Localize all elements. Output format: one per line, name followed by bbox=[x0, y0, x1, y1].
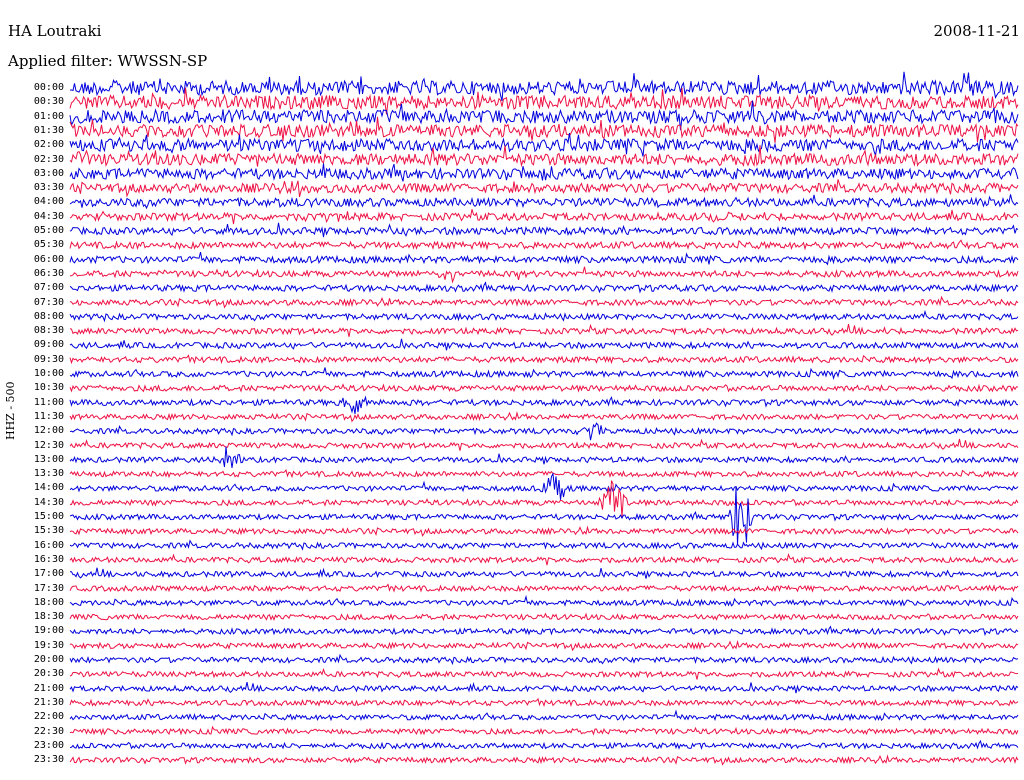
row-label: 05:00 bbox=[33, 225, 64, 236]
trace-0530 bbox=[69, 239, 1019, 251]
row-label: 05:30 bbox=[33, 239, 64, 251]
row-label: 20:00 bbox=[33, 654, 64, 665]
row-label: 03:30 bbox=[33, 182, 64, 194]
row-label: 14:30 bbox=[33, 496, 64, 508]
trace-2000 bbox=[69, 653, 1019, 666]
row-label: 18:30 bbox=[33, 611, 64, 623]
row-label: 20:30 bbox=[33, 668, 64, 680]
row-label: 00:30 bbox=[33, 96, 64, 108]
trace-1100 bbox=[69, 395, 1019, 414]
row-label: 01:30 bbox=[33, 124, 64, 136]
row-label: 23:30 bbox=[33, 754, 64, 766]
row-label: 13:30 bbox=[33, 468, 64, 480]
trace-1130 bbox=[69, 411, 1019, 423]
trace-1430 bbox=[69, 480, 1019, 517]
row-label: 13:00 bbox=[33, 453, 64, 465]
trace-0500 bbox=[69, 222, 1019, 238]
trace-0400 bbox=[69, 194, 1019, 210]
row-label: 01:00 bbox=[33, 110, 64, 122]
row-label: 12:30 bbox=[33, 439, 64, 451]
row-label: 18:00 bbox=[33, 596, 64, 608]
trace-1830 bbox=[69, 612, 1019, 622]
trace-0730 bbox=[69, 295, 1019, 309]
trace-1900 bbox=[69, 625, 1019, 637]
row-label: 17:30 bbox=[33, 582, 64, 594]
trace-1930 bbox=[69, 639, 1019, 652]
trace-1030 bbox=[69, 383, 1019, 393]
trace-0630 bbox=[70, 266, 1019, 284]
row-label: 06:00 bbox=[33, 253, 64, 265]
row-label: 04:00 bbox=[33, 196, 64, 208]
trace-1530 bbox=[69, 525, 1019, 537]
row-label: 14:00 bbox=[33, 482, 64, 494]
trace-2130 bbox=[69, 697, 1019, 708]
trace-2300 bbox=[69, 739, 1019, 750]
row-label: 03:00 bbox=[33, 167, 64, 179]
filter-label: Applied filter: WWSSN-SP bbox=[8, 52, 208, 70]
trace-1330 bbox=[69, 468, 1019, 479]
trace-0330 bbox=[69, 179, 1019, 198]
trace-1500 bbox=[69, 487, 1019, 546]
trace-1730 bbox=[69, 583, 1019, 593]
row-label: 08:00 bbox=[33, 310, 64, 322]
seismogram-page: HA Loutraki 2008-11-21 Applied filter: W… bbox=[0, 0, 1024, 780]
trace-2100 bbox=[69, 681, 1019, 694]
helicorder-plot bbox=[69, 71, 1019, 766]
row-label: 10:00 bbox=[33, 368, 64, 379]
row-label: 22:00 bbox=[33, 711, 64, 723]
trace-1800 bbox=[69, 594, 1019, 607]
row-label: 02:30 bbox=[33, 153, 64, 165]
trace-0830 bbox=[69, 323, 1019, 337]
row-label: 02:00 bbox=[33, 139, 64, 151]
row-label: 15:30 bbox=[33, 525, 64, 537]
trace-1200 bbox=[69, 422, 1019, 441]
trace-1700 bbox=[70, 567, 1019, 579]
trace-0230 bbox=[69, 145, 1019, 168]
row-label: 17:00 bbox=[33, 568, 64, 580]
row-label: 19:00 bbox=[33, 625, 64, 637]
trace-2030 bbox=[69, 667, 1019, 680]
trace-0900 bbox=[69, 338, 1019, 351]
row-label: 09:00 bbox=[33, 339, 64, 351]
row-label: 23:00 bbox=[33, 739, 64, 751]
trace-0200 bbox=[69, 132, 1019, 157]
trace-1400 bbox=[69, 472, 1019, 500]
trace-1000 bbox=[69, 367, 1019, 380]
trace-0430 bbox=[69, 209, 1019, 225]
trace-2200 bbox=[69, 709, 1019, 722]
row-label: 07:00 bbox=[33, 282, 64, 294]
row-label: 16:00 bbox=[33, 539, 64, 551]
row-label: 00:00 bbox=[33, 82, 64, 93]
row-label: 21:00 bbox=[33, 682, 64, 694]
trace-1630 bbox=[69, 552, 1019, 566]
row-label: 16:30 bbox=[33, 553, 64, 565]
trace-0930 bbox=[69, 354, 1019, 365]
station-title: HA Loutraki bbox=[8, 22, 102, 40]
trace-0030 bbox=[69, 87, 1019, 115]
trace-0600 bbox=[69, 251, 1019, 266]
trace-2230 bbox=[69, 725, 1019, 736]
channel-label: HHZ - 500 bbox=[4, 381, 17, 440]
trace-0800 bbox=[69, 309, 1019, 323]
row-label: 06:30 bbox=[33, 267, 64, 279]
trace-2330 bbox=[69, 754, 1019, 766]
row-label: 15:00 bbox=[33, 511, 64, 522]
row-label: 04:30 bbox=[33, 210, 64, 222]
trace-0700 bbox=[69, 281, 1019, 294]
trace-1300 bbox=[69, 446, 1019, 468]
row-label: 08:30 bbox=[33, 325, 64, 337]
row-label: 07:30 bbox=[33, 296, 64, 308]
row-label: 09:30 bbox=[33, 353, 64, 365]
date-label: 2008-11-21 bbox=[933, 22, 1020, 40]
row-label: 22:30 bbox=[33, 725, 64, 737]
row-label: 21:30 bbox=[33, 696, 64, 708]
trace-1600 bbox=[69, 539, 1019, 551]
trace-0300 bbox=[69, 163, 1019, 182]
trace-1230 bbox=[69, 438, 1019, 451]
row-label: 19:30 bbox=[33, 639, 64, 651]
